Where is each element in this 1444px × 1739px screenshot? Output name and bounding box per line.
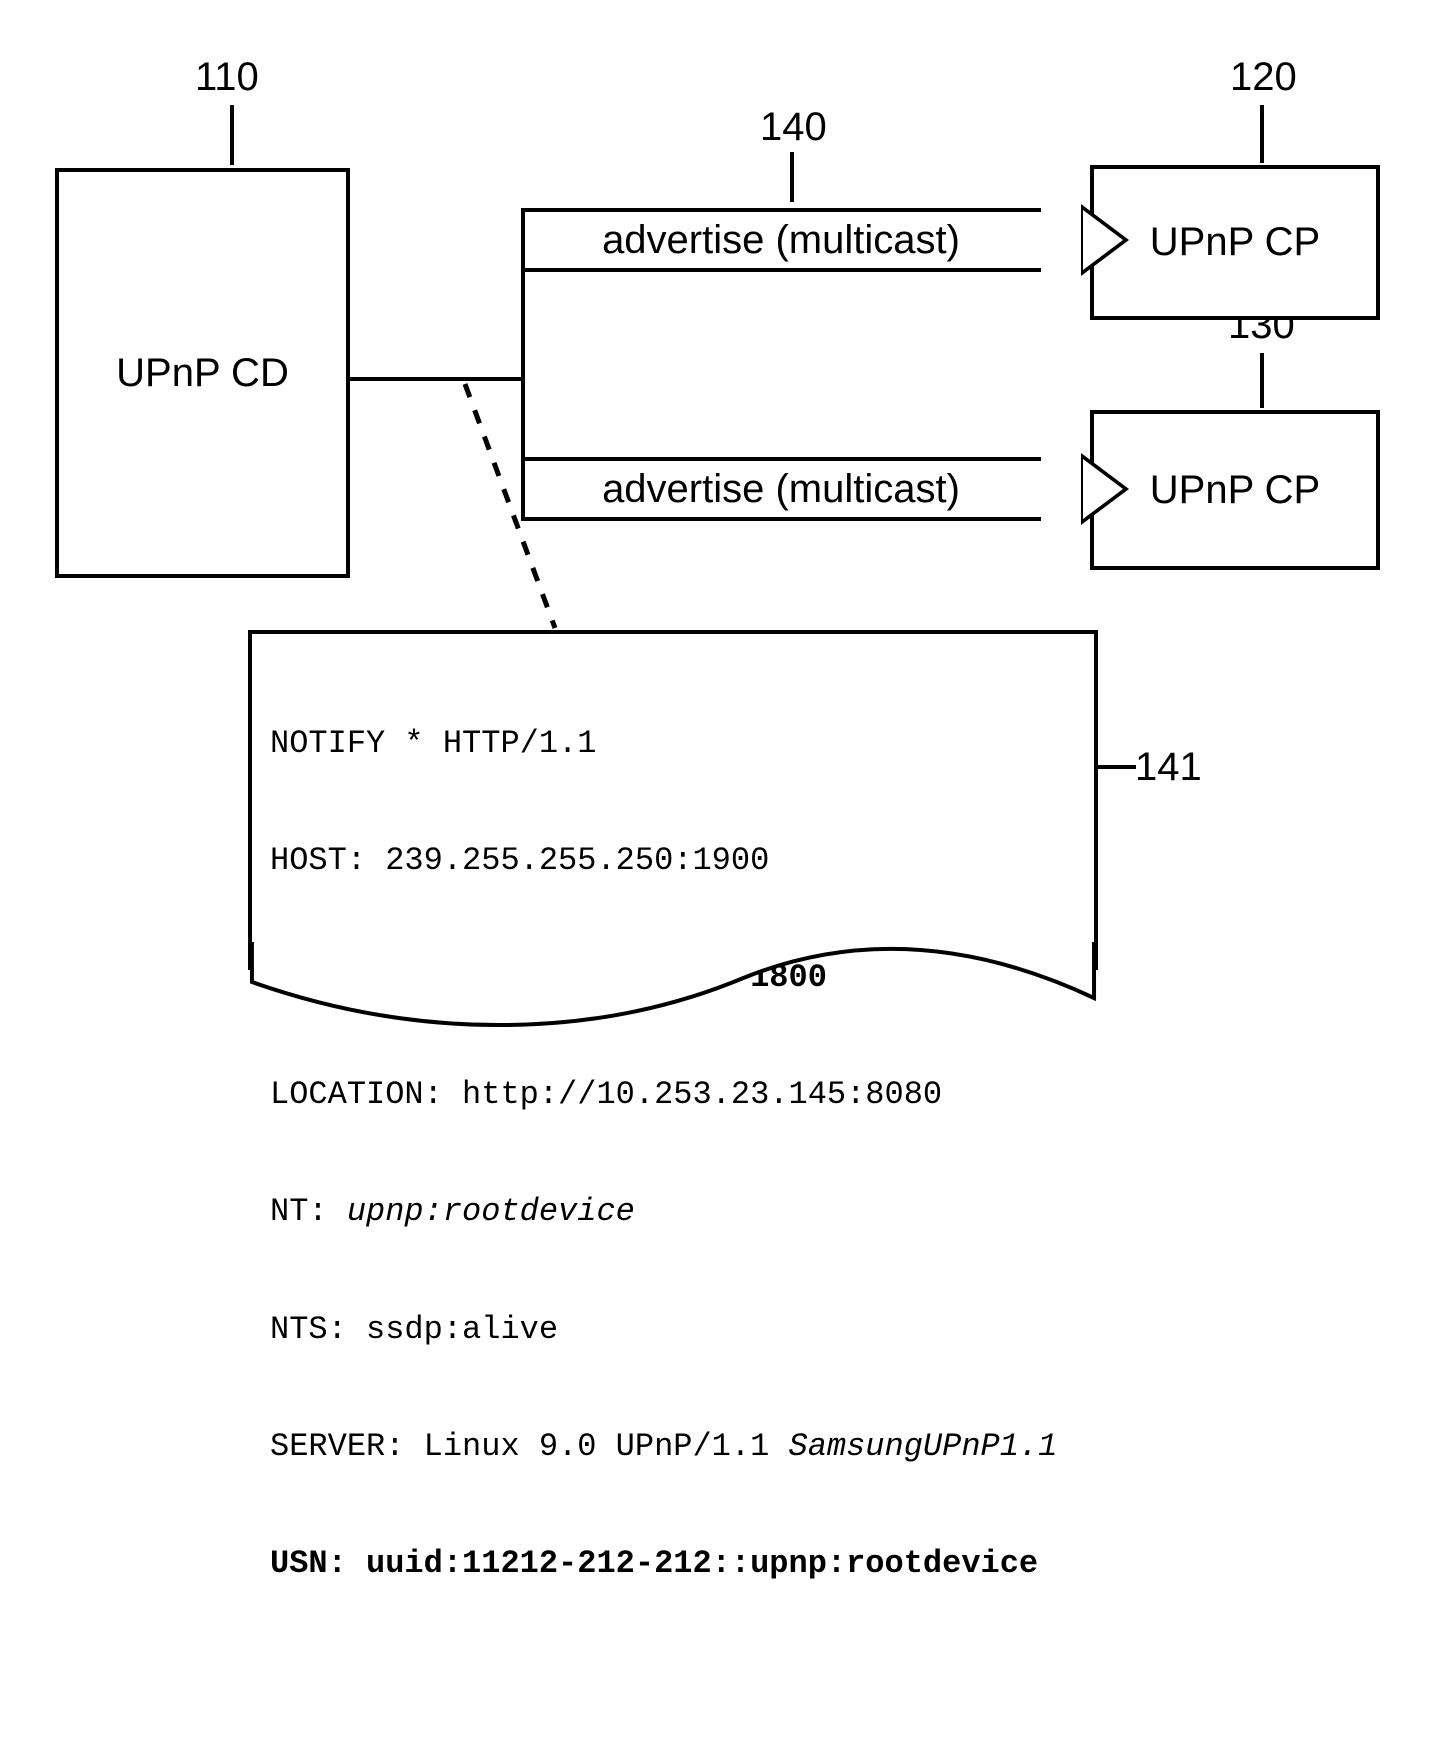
packet-line-usn: USN: uuid:11212-212-212::upnp:rootdevice: [270, 1544, 1080, 1583]
lead-140: [790, 152, 794, 202]
bus-vertical-down: [521, 377, 525, 457]
diagram-stage: 110 120 130 140 141 UPnP CD UPnP CP UPnP…: [0, 0, 1444, 1171]
ref-110: 110: [195, 55, 259, 100]
packet-line-nt: NT: upnp:rootdevice: [270, 1192, 1080, 1231]
upnp-cp2-label: UPnP CP: [1150, 468, 1320, 513]
bus-line: [350, 377, 525, 381]
packet-line-nts: NTS: ssdp:alive: [270, 1310, 1080, 1349]
lead-141: [1096, 765, 1136, 769]
upnp-cd-box: UPnP CD: [55, 168, 350, 578]
arrow-top-label: advertise (multicast): [602, 218, 960, 263]
upnp-cp2-box: UPnP CP: [1090, 410, 1380, 570]
lead-110: [230, 105, 234, 165]
packet-line-host: HOST: 239.255.255.250:1900: [270, 841, 1080, 880]
lead-130: [1260, 353, 1264, 408]
lead-120: [1260, 105, 1264, 163]
ref-120: 120: [1230, 55, 1297, 100]
arrow-bottom-label: advertise (multicast): [602, 467, 960, 512]
upnp-cp1-label: UPnP CP: [1150, 220, 1320, 265]
advertise-arrow-top: advertise (multicast): [521, 208, 1041, 272]
upnp-cp1-box: UPnP CP: [1090, 165, 1380, 320]
ref-140: 140: [760, 105, 827, 150]
packet-line-location: LOCATION: http://10.253.23.145:8080: [270, 1075, 1080, 1114]
packet-wavy-edge: [248, 940, 1098, 1030]
advertise-arrow-bottom: advertise (multicast): [521, 457, 1041, 521]
ref-141: 141: [1135, 745, 1202, 790]
upnp-cd-label: UPnP CD: [116, 351, 289, 396]
packet-line-server: SERVER: Linux 9.0 UPnP/1.1 SamsungUPnP1.…: [270, 1427, 1080, 1466]
ssdp-packet-box: NOTIFY * HTTP/1.1 HOST: 239.255.255.250:…: [248, 630, 1098, 970]
packet-line-notify: NOTIFY * HTTP/1.1: [270, 724, 1080, 763]
